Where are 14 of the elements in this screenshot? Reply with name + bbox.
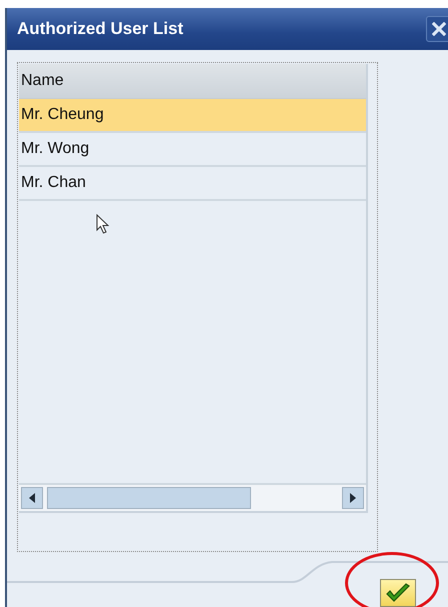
- left-arrow-icon: [29, 493, 35, 503]
- table-row[interactable]: Mr. Cheung: [19, 99, 366, 133]
- scroll-left-button[interactable]: [21, 487, 43, 509]
- checkmark-icon: [385, 583, 411, 603]
- horizontal-scrollbar[interactable]: [19, 483, 366, 511]
- confirm-button[interactable]: [380, 579, 416, 607]
- pointer-icon: [96, 214, 110, 234]
- column-header: Name: [19, 64, 366, 99]
- scroll-right-button[interactable]: [342, 487, 364, 509]
- window-title: Authorized User List: [17, 19, 184, 39]
- close-button[interactable]: [426, 16, 448, 42]
- scroll-thumb[interactable]: [47, 487, 251, 509]
- close-icon: [432, 22, 446, 36]
- right-arrow-icon: [350, 493, 356, 503]
